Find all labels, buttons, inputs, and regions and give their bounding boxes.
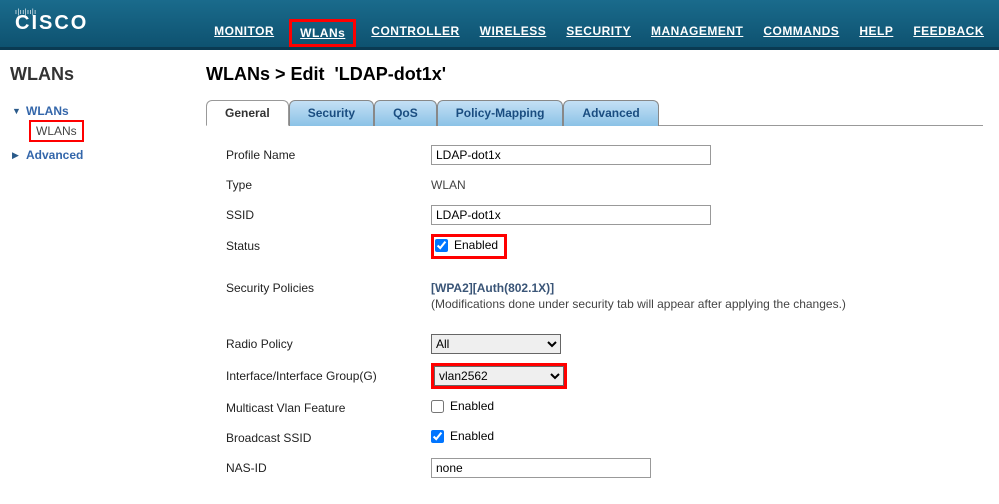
- tab-security[interactable]: Security: [289, 100, 374, 126]
- type-label: Type: [226, 178, 431, 192]
- sidebar-subitem-wlans[interactable]: WLANs: [32, 123, 81, 139]
- multicast-checkbox-label: Enabled: [431, 399, 494, 413]
- nav-security[interactable]: SECURITY: [566, 24, 631, 42]
- status-checkbox-label: Enabled: [435, 238, 498, 252]
- sidebar-title: WLANs: [10, 64, 180, 85]
- radio-policy-select[interactable]: All: [431, 334, 561, 354]
- tab-list: General Security QoS Policy-Mapping Adva…: [206, 99, 983, 126]
- status-highlight: Enabled: [431, 234, 507, 259]
- broadcast-checkbox[interactable]: [431, 430, 444, 443]
- radio-policy-label: Radio Policy: [226, 337, 431, 351]
- nav-monitor[interactable]: MONITOR: [214, 24, 274, 42]
- security-policies-note: (Modifications done under security tab w…: [431, 297, 983, 311]
- security-policies-value: [WPA2][Auth(802.1X)]: [431, 281, 554, 295]
- broadcast-enabled-text: Enabled: [450, 429, 494, 443]
- status-label: Status: [226, 239, 431, 253]
- chevron-down-icon: ▼: [12, 106, 22, 116]
- nav-help[interactable]: HELP: [859, 24, 893, 42]
- tab-advanced[interactable]: Advanced: [563, 100, 658, 126]
- container: WLANs ▼ WLANs WLANs ▶ Advanced WLANs > E…: [0, 50, 999, 501]
- nav-management[interactable]: MANAGEMENT: [651, 24, 743, 42]
- sidebar-item-advanced[interactable]: ▶ Advanced: [10, 145, 180, 165]
- header: ı|ıı|ıı|ı CISCO MONITOR WLANs CONTROLLER…: [0, 0, 999, 50]
- sidebar-item-label: WLANs: [26, 104, 69, 118]
- sidebar: WLANs ▼ WLANs WLANs ▶ Advanced: [0, 50, 190, 501]
- multicast-enabled-text: Enabled: [450, 399, 494, 413]
- multicast-checkbox[interactable]: [431, 400, 444, 413]
- nav-feedback[interactable]: FEEDBACK: [913, 24, 984, 42]
- interface-group-label: Interface/Interface Group(G): [226, 369, 431, 383]
- interface-group-select[interactable]: vlan2562: [434, 366, 564, 386]
- tab-policy-mapping[interactable]: Policy-Mapping: [437, 100, 564, 126]
- nav-wlans[interactable]: WLANs: [294, 24, 351, 42]
- security-policies-label: Security Policies: [226, 281, 431, 295]
- ssid-input[interactable]: [431, 205, 711, 225]
- tab-general[interactable]: General: [206, 100, 289, 126]
- type-value: WLAN: [431, 178, 466, 192]
- status-enabled-text: Enabled: [454, 238, 498, 252]
- broadcast-checkbox-label: Enabled: [431, 429, 494, 443]
- main-content: WLANs > Edit 'LDAP-dot1x' General Securi…: [190, 50, 999, 501]
- nav-controller[interactable]: CONTROLLER: [371, 24, 459, 42]
- ssid-label: SSID: [226, 208, 431, 222]
- nasid-label: NAS-ID: [226, 461, 431, 475]
- tab-qos[interactable]: QoS: [374, 100, 437, 126]
- cisco-logo: ı|ıı|ıı|ı CISCO: [15, 9, 88, 35]
- sidebar-item-label: Advanced: [26, 148, 83, 162]
- sidebar-item-wlans[interactable]: ▼ WLANs: [10, 101, 180, 121]
- logo-text: CISCO: [15, 12, 88, 35]
- interface-highlight: vlan2562: [431, 363, 567, 389]
- nasid-input[interactable]: [431, 458, 651, 478]
- profile-name-label: Profile Name: [226, 148, 431, 162]
- page-title: WLANs > Edit 'LDAP-dot1x': [206, 64, 983, 85]
- top-navigation: MONITOR WLANs CONTROLLER WIRELESS SECURI…: [214, 24, 984, 42]
- profile-name-input[interactable]: [431, 145, 711, 165]
- multicast-label: Multicast Vlan Feature: [226, 401, 431, 415]
- broadcast-label: Broadcast SSID: [226, 431, 431, 445]
- nav-wireless[interactable]: WIRELESS: [480, 24, 547, 42]
- chevron-right-icon: ▶: [12, 150, 22, 161]
- nav-commands[interactable]: COMMANDS: [763, 24, 839, 42]
- sidebar-tree: ▼ WLANs WLANs ▶ Advanced: [10, 101, 180, 165]
- form-area: Profile Name Type WLAN SSID Status: [206, 144, 983, 479]
- sidebar-subitem-label: WLANs: [36, 124, 77, 138]
- status-checkbox[interactable]: [435, 239, 448, 252]
